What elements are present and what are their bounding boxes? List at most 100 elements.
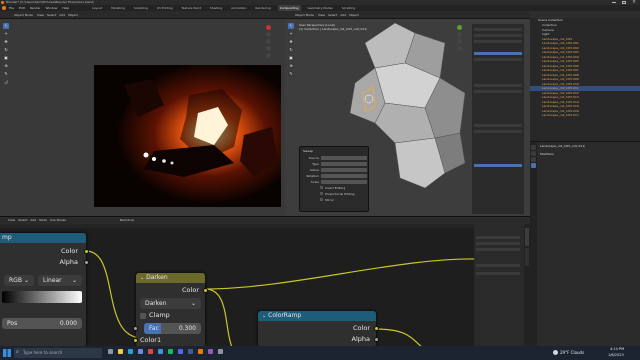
props-row-field[interactable]: [321, 162, 367, 166]
node-editor[interactable]: View Select Add Node Use Nodes Backdrop mp C…: [0, 216, 530, 347]
modifier-tab-icon[interactable]: [531, 163, 536, 168]
center-scale-tool-icon[interactable]: ▣: [288, 55, 294, 61]
outliner-row[interactable]: Landscape_roll_CO5.017: [530, 113, 640, 118]
checkbox[interactable]: [320, 192, 323, 195]
perspective-icon[interactable]: [266, 53, 271, 58]
clamp-checkbox[interactable]: [140, 313, 146, 319]
select-tool-icon[interactable]: ↖: [3, 23, 9, 29]
center-select-tool-icon[interactable]: ↖: [288, 23, 294, 29]
center-object-mode-dropdown[interactable]: Object Mode: [295, 11, 314, 19]
photos-icon[interactable]: [207, 349, 213, 354]
steam-icon[interactable]: [187, 349, 193, 354]
checkbox[interactable]: [320, 198, 323, 201]
render-tab-icon[interactable]: [531, 151, 536, 156]
measure-tool-icon[interactable]: ◿: [3, 79, 9, 85]
center-pan-hand-icon[interactable]: [457, 39, 462, 44]
clamp-label: Clamp: [149, 311, 170, 319]
mail-icon[interactable]: [157, 349, 163, 354]
weather-text[interactable]: 29°F Clouds: [560, 346, 584, 360]
pos-field[interactable]: Pos 0.000: [2, 318, 82, 329]
color-ramp-gradient[interactable]: [2, 291, 82, 303]
left-mode-dropdown[interactable]: RGB ⌄: [4, 275, 34, 286]
props-check-2[interactable]: Mirror: [320, 197, 368, 203]
taskbar-date[interactable]: 1/8/2023: [608, 353, 624, 357]
darken-collapse-icon[interactable]: ⌄: [140, 275, 144, 281]
left-menu-object[interactable]: Object: [68, 11, 78, 19]
task-view-icon[interactable]: [108, 349, 113, 354]
left-viewport[interactable]: Object Mode View Select Add Object ↖ + ✥ ↻ …: [0, 11, 285, 216]
weather-icon[interactable]: [553, 350, 558, 355]
center-axis-gizmo-icon[interactable]: [457, 25, 462, 30]
pos-value: 0.000: [59, 320, 77, 327]
tool-tab-icon[interactable]: [531, 145, 536, 150]
object-mode-dropdown[interactable]: Object Mode: [14, 11, 33, 19]
left-alpha-output-socket[interactable]: [84, 260, 89, 265]
file-explorer-icon[interactable]: [117, 349, 123, 354]
blend-type-dropdown[interactable]: Darken ⌄: [140, 298, 201, 309]
center-camera-icon[interactable]: [457, 46, 462, 51]
taskbar-search-icon: ⌕: [16, 349, 19, 355]
center-move-tool-icon[interactable]: ✥: [288, 39, 294, 45]
checkbox[interactable]: [320, 186, 323, 189]
center-rotate-tool-icon[interactable]: ↻: [288, 47, 294, 53]
fac-slider[interactable]: Fac 0.300: [144, 323, 201, 334]
center-menu-view[interactable]: View: [318, 11, 325, 19]
taskbar-search-box[interactable]: ⌕ Type here to search: [14, 348, 102, 358]
chrome-icon[interactable]: [147, 349, 153, 354]
pan-hand-icon[interactable]: [266, 39, 271, 44]
left-partial-node[interactable]: mp Color Alpha RGB ⌄ Linear ⌄ Pos 0.000: [0, 233, 89, 347]
output-tab-icon[interactable]: [531, 157, 536, 162]
props-row-field[interactable]: [321, 180, 367, 184]
darken-node-title: Darken: [146, 274, 168, 281]
center-annotate-tool-icon[interactable]: ✎: [288, 71, 294, 77]
blender-menu-icon[interactable]: [2, 6, 6, 10]
wire-color-to-color1: [85, 250, 143, 339]
move-tool-icon[interactable]: ✥: [3, 39, 9, 45]
left-menu-add[interactable]: Add: [59, 11, 65, 19]
cursor-tool-icon[interactable]: +: [3, 31, 9, 37]
left-menu-view[interactable]: View: [37, 11, 44, 19]
colorramp-collapse-icon[interactable]: ⌄: [262, 313, 266, 319]
zoom-icon[interactable]: [266, 32, 271, 37]
colorramp-alpha-output-label: Alpha: [351, 335, 370, 343]
windows-start-icon[interactable]: [3, 349, 11, 357]
camera-view-icon[interactable]: [266, 46, 271, 51]
center-menu-add[interactable]: Add: [340, 11, 346, 19]
blender-taskbar-icon[interactable]: [197, 349, 203, 354]
center-transform-tool-icon[interactable]: ⊕: [288, 63, 294, 69]
maximize-button[interactable]: [622, 1, 626, 4]
center-cursor-tool-icon[interactable]: +: [288, 31, 294, 37]
settings-gear-icon[interactable]: [217, 349, 223, 354]
store-icon[interactable]: [137, 349, 143, 354]
center-menu-select[interactable]: Select: [328, 11, 337, 19]
center-viewport[interactable]: Object Mode View Select Add Object User Per…: [285, 11, 530, 216]
props-row-field[interactable]: [321, 168, 367, 172]
taskbar-time[interactable]: 4:14 PM: [610, 347, 624, 351]
left-menu-select[interactable]: Select: [47, 11, 56, 19]
fac-input-socket[interactable]: [133, 326, 138, 331]
darken-color-output-socket[interactable]: [203, 288, 208, 293]
colorramp-node-header[interactable]: ⌄ ColorRamp: [258, 311, 376, 321]
colorramp-color-output-socket[interactable]: [374, 326, 379, 331]
center-zoom-icon[interactable]: [457, 32, 462, 37]
color1-input-socket[interactable]: [133, 338, 138, 343]
props-row-field[interactable]: [321, 174, 367, 178]
rotate-tool-icon[interactable]: ↻: [3, 47, 9, 53]
scale-tool-icon[interactable]: ▣: [3, 55, 9, 61]
minimize-button[interactable]: [612, 2, 616, 3]
axis-gizmo-icon[interactable]: [266, 25, 271, 30]
discord-icon[interactable]: [177, 349, 183, 354]
colorramp-alpha-output-socket[interactable]: [374, 337, 379, 342]
edge-icon[interactable]: [127, 349, 133, 354]
left-interp-dropdown[interactable]: Linear ⌄: [38, 275, 82, 286]
annotate-tool-icon[interactable]: ✎: [3, 71, 9, 77]
center-menu-object[interactable]: Object: [349, 11, 359, 19]
props-row-field[interactable]: [321, 156, 367, 160]
darken-node-header[interactable]: ⌄ Darken: [136, 273, 205, 283]
colorramp-node[interactable]: ⌄ ColorRamp Color Alpha: [258, 311, 379, 347]
left-color-output-socket[interactable]: [84, 249, 89, 254]
render-image-art: [94, 65, 281, 207]
darken-node[interactable]: ⌄ Darken Color Darken ⌄ Clamp Fac 0.300 …: [133, 273, 208, 347]
spotify-icon[interactable]: [167, 349, 173, 354]
transform-tool-icon[interactable]: ⊕: [3, 63, 9, 69]
